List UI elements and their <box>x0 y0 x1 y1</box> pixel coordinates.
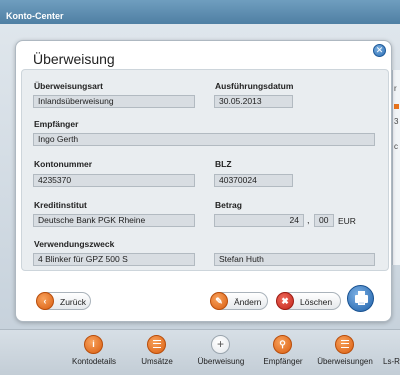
account-number-label: Kontonummer <box>34 159 93 169</box>
delete-button[interactable]: ✖ Löschen <box>276 292 341 310</box>
amount-separator: , <box>307 215 310 225</box>
edit-button-label: Ändern <box>234 297 262 307</box>
nav-item-label: Überweisung <box>197 357 245 366</box>
purpose-line2-field[interactable]: Stefan Huth <box>214 253 375 266</box>
nav-item-ueberweisung[interactable]: + Überweisung <box>188 332 254 372</box>
nav-item-label: Empfänger <box>263 357 303 366</box>
delete-button-label: Löschen <box>300 297 333 307</box>
recipient-label: Empfänger <box>34 119 79 129</box>
back-button[interactable]: ‹ Zurück <box>36 292 91 310</box>
execution-date-field[interactable]: 30.05.2013 <box>214 95 293 108</box>
right-panel-marker <box>394 104 399 109</box>
app-title: Konto-Center <box>6 11 64 21</box>
execution-date-label: Ausführungsdatum <box>215 81 294 91</box>
nav-item-ls-r[interactable]: Ls-R <box>380 332 400 372</box>
list-icon <box>335 335 354 354</box>
recipient-field[interactable]: Ingo Gerth <box>33 133 375 146</box>
nav-item-label: Umsätze <box>141 357 173 366</box>
plus-icon: + <box>211 335 230 354</box>
info-icon: i <box>84 335 103 354</box>
bank-name-label: Kreditinstitut <box>34 200 87 210</box>
nav-item-umsaetze[interactable]: Umsätze <box>124 332 190 372</box>
printer-icon <box>355 291 368 305</box>
trash-icon: ✖ <box>276 292 294 310</box>
amount-cents-field[interactable]: 00 <box>314 214 334 227</box>
nav-item-label: Überweisungen <box>317 357 373 366</box>
nav-item-empfaenger[interactable]: ⚲ Empfänger <box>250 332 316 372</box>
app-header: Konto-Center <box>0 0 400 25</box>
transfer-dialog: Überweisung ✕ Überweisungsart Inlandsübe… <box>15 40 392 322</box>
account-number-field[interactable]: 4235370 <box>33 174 195 187</box>
edit-icon: ✎ <box>210 292 228 310</box>
close-icon: ✕ <box>375 45 384 55</box>
purpose-label: Verwendungszweck <box>34 239 115 249</box>
back-button-label: Zurück <box>60 297 86 307</box>
list-icon <box>147 335 166 354</box>
edit-button[interactable]: ✎ Ändern <box>210 292 268 310</box>
nav-item-label: Ls-R <box>383 357 400 366</box>
nav-item-kontodetails[interactable]: i Kontodetails <box>61 332 127 372</box>
dialog-title: Überweisung <box>33 51 115 67</box>
close-button[interactable]: ✕ <box>373 44 386 57</box>
nav-item-ueberweisungen[interactable]: Überweisungen <box>312 332 378 372</box>
amount-label: Betrag <box>215 200 242 210</box>
transfer-type-label: Überweisungsart <box>34 81 103 91</box>
chevron-left-icon: ‹ <box>36 292 54 310</box>
nav-item-label: Kontodetails <box>71 357 117 366</box>
bottom-navigation: i Kontodetails Umsätze + Überweisung ⚲ E… <box>0 329 400 375</box>
right-panel-text-3: c <box>394 142 398 151</box>
purpose-line1-field[interactable]: 4 Blinker für GPZ 500 S <box>33 253 195 266</box>
transfer-type-field[interactable]: Inlandsüberweisung <box>33 95 195 108</box>
bank-code-label: BLZ <box>215 159 232 169</box>
right-panel-text-1: r <box>394 84 397 93</box>
search-icon: ⚲ <box>273 335 292 354</box>
currency-label: EUR <box>338 216 356 226</box>
bank-code-field[interactable]: 40370024 <box>214 174 293 187</box>
bank-name-field[interactable]: Deutsche Bank PGK Rheine <box>33 214 195 227</box>
right-side-panel: r 3 c <box>392 70 400 265</box>
transfer-form: Überweisungsart Inlandsüberweisung Ausfü… <box>21 69 389 271</box>
amount-euros-field[interactable]: 24 <box>214 214 304 227</box>
right-panel-text-2: 3 <box>394 117 399 126</box>
print-button[interactable] <box>347 285 374 312</box>
